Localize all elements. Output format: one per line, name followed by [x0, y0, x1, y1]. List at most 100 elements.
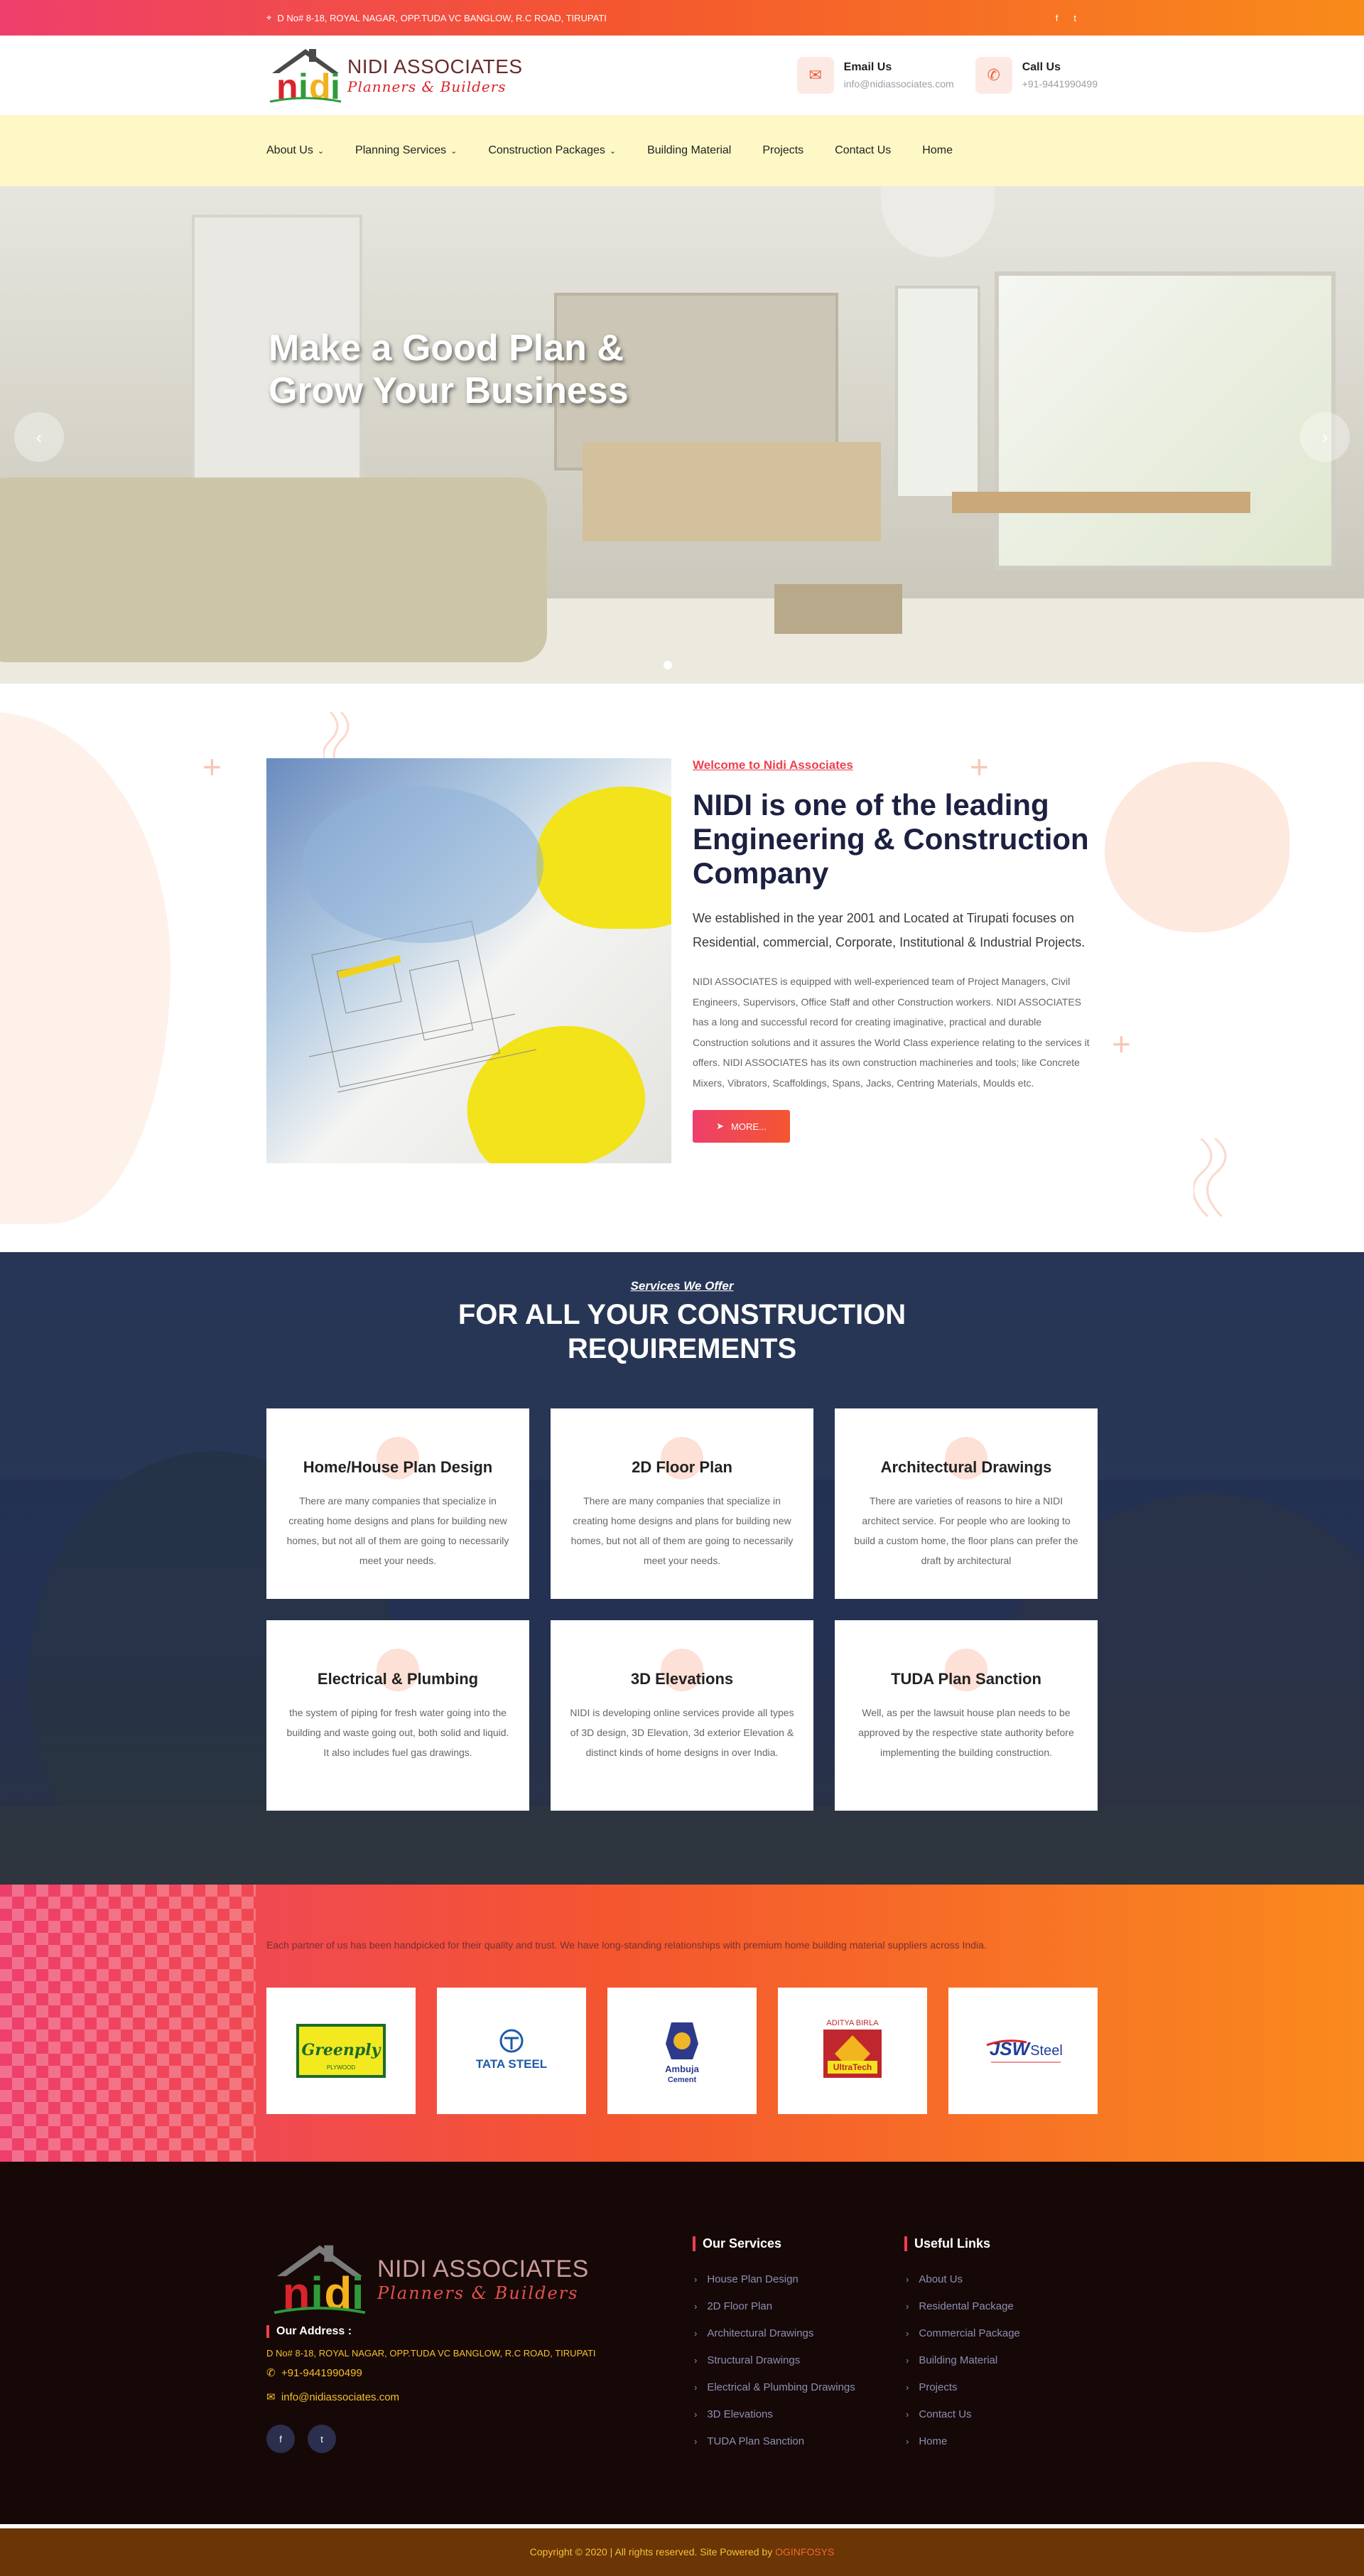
footer-services-column: Our Services › House Plan Design › 2D Floo…	[693, 2236, 855, 2454]
greenply-logo-sub: PLYWOOD	[327, 2064, 356, 2071]
nav-item-projects[interactable]: Projects	[762, 144, 803, 157]
services-section: Services We Offer FOR ALL YOUR CONSTRUCT…	[0, 1252, 1364, 1885]
hero-image-counter	[583, 442, 881, 541]
nav-item-building-material[interactable]: Building Material	[647, 144, 731, 157]
footer-service-link[interactable]: › 2D Floor Plan	[693, 2292, 855, 2319]
chevron-right-icon: ›	[906, 2300, 909, 2312]
slider-dot[interactable]	[664, 661, 672, 669]
chevron-right-icon: ›	[694, 2435, 698, 2447]
main-nav: About Us ⌄ Planning Services ⌄ Constructio…	[0, 115, 1364, 186]
nav-item-contact-us[interactable]: Contact Us	[835, 144, 891, 157]
services-subtitle: Services We Offer	[630, 1279, 734, 1293]
email-value[interactable]: info@nidiassociates.com	[844, 78, 954, 90]
partner-logo-ambuja[interactable]: Ambuja Cement	[607, 1988, 757, 2114]
call-contact[interactable]: ✆ Call Us +91-9441990499	[975, 57, 1098, 94]
footer-email[interactable]: ✉ info@nidiassociates.com	[266, 2391, 399, 2403]
service-card[interactable]: Architectural Drawings There are varietie…	[835, 1408, 1098, 1599]
nav-item-about-us[interactable]: About Us ⌄	[266, 144, 324, 157]
footer-link-label: Residental Package	[919, 2300, 1014, 2312]
site-logo[interactable]: n i d i NIDI ASSOCIATES Planners & Build…	[266, 45, 523, 106]
more-button[interactable]: ➤ MORE...	[693, 1110, 790, 1143]
greenply-logo-name: Greenply	[302, 2041, 382, 2059]
nav-item-construction-packages[interactable]: Construction Packages ⌄	[488, 144, 616, 157]
twitter-icon[interactable]: t	[308, 2425, 336, 2453]
footer-useful-link[interactable]: › Projects	[904, 2373, 1020, 2400]
facebook-icon[interactable]: f	[1056, 13, 1059, 23]
nav-item-planning-services[interactable]: Planning Services ⌄	[355, 144, 457, 157]
envelope-icon: ✉	[266, 2391, 276, 2403]
topbar-address-text: D No# 8-18, ROYAL NAGAR, OPP.TUDA VC BAN…	[277, 12, 607, 23]
service-card[interactable]: Home/House Plan Design There are many com…	[266, 1408, 529, 1599]
nav-label: Planning Services	[355, 144, 447, 156]
footer-useful-link[interactable]: › About Us	[904, 2265, 1020, 2292]
footer-service-link[interactable]: › Structural Drawings	[693, 2346, 855, 2373]
header-contacts: ✉ Email Us info@nidiassociates.com ✆ Cal…	[796, 57, 1098, 94]
service-card[interactable]: 2D Floor Plan There are many companies th…	[551, 1408, 813, 1599]
chevron-down-icon: ⌄	[450, 147, 458, 156]
footer-services-heading: Our Services	[693, 2236, 855, 2251]
slider-next-arrow-icon[interactable]: ›	[1300, 412, 1350, 462]
partner-logo-ultratech[interactable]: ADITYA BIRLA UltraTech	[778, 1988, 927, 2114]
chevron-right-icon: ›	[694, 2327, 698, 2339]
footer-link-label: Contact Us	[919, 2408, 972, 2420]
hero-slider: Make a Good Plan & Grow Your Business ‹ …	[0, 186, 1364, 684]
services-title-line2: REQUIREMENTS	[567, 1333, 797, 1364]
footer-logo[interactable]: n i d i NIDI ASSOCIATES Planners & Build…	[266, 2240, 589, 2318]
footer-address: D No# 8-18, ROYAL NAGAR, OPP.TUDA VC BAN…	[266, 2348, 596, 2359]
footer-useful-link[interactable]: › Home	[904, 2427, 1020, 2454]
service-card-title: Electrical & Plumbing	[317, 1670, 479, 1688]
footer-service-link[interactable]: › 3D Elevations	[693, 2400, 855, 2427]
footer-link-label: Electrical & Plumbing Drawings	[707, 2381, 855, 2393]
about-image	[266, 758, 671, 1163]
copyright-bar: Copyright © 2020 | All rights reserved. …	[0, 2528, 1364, 2576]
service-card[interactable]: Electrical & Plumbing the system of pipin…	[266, 1620, 529, 1811]
service-card[interactable]: 3D Elevations NIDI is developing online s…	[551, 1620, 813, 1811]
greenply-logo: Greenply PLYWOOD	[296, 2024, 386, 2078]
ultratech-logo-name: ADITYA BIRLA	[826, 2019, 879, 2027]
footer-useful-link[interactable]: › Residental Package	[904, 2292, 1020, 2319]
chevron-right-icon: ›	[694, 2354, 698, 2366]
chevron-down-icon: ⌄	[317, 147, 325, 156]
footer-useful-link[interactable]: › Contact Us	[904, 2400, 1020, 2427]
chevron-right-icon: ›	[694, 2408, 698, 2420]
nav-item-home[interactable]: Home	[922, 144, 953, 157]
footer-logo-tagline: Planners & Builders	[377, 2283, 579, 2303]
facebook-icon[interactable]: f	[266, 2425, 295, 2453]
footer-useful-link[interactable]: › Commercial Package	[904, 2319, 1020, 2346]
service-card[interactable]: TUDA Plan Sanction Well, as per the lawsu…	[835, 1620, 1098, 1811]
footer-link-label: About Us	[919, 2273, 963, 2285]
decorative-blob	[0, 712, 170, 1224]
email-label: Email Us	[843, 61, 892, 73]
call-value[interactable]: +91-9441990499	[1022, 78, 1098, 90]
services-title: FOR ALL YOUR CONSTRUCTION REQUIREMENTS	[0, 1298, 1364, 1366]
slider-prev-arrow-icon[interactable]: ‹	[14, 412, 64, 462]
ambuja-logo: Ambuja Cement	[665, 2022, 700, 2084]
logo-title: NIDI ASSOCIATES	[347, 55, 523, 77]
footer-link-label: House Plan Design	[707, 2273, 799, 2285]
welcome-link[interactable]: Welcome to Nidi Associates	[693, 758, 1098, 772]
more-button-label: MORE...	[731, 1121, 767, 1132]
footer-service-link[interactable]: › Architectural Drawings	[693, 2319, 855, 2346]
partner-logo-greenply[interactable]: Greenply PLYWOOD	[266, 1988, 416, 2114]
footer-service-link[interactable]: › Electrical & Plumbing Drawings	[693, 2373, 855, 2400]
twitter-icon[interactable]: t	[1073, 13, 1076, 23]
call-label: Call Us	[1022, 61, 1061, 73]
footer-service-link[interactable]: › TUDA Plan Sanction	[693, 2427, 855, 2454]
footer-link-label: Building Material	[919, 2354, 998, 2366]
partner-logo-tata-steel[interactable]: TATA STEEL	[437, 1988, 586, 2114]
service-cards: Home/House Plan Design There are many com…	[266, 1408, 1098, 1811]
footer-link-label: TUDA Plan Sanction	[707, 2435, 805, 2447]
chevron-right-icon: ›	[906, 2381, 909, 2393]
powered-by-link[interactable]: OGINFOSYS	[775, 2546, 834, 2558]
paper-plane-icon: ➤	[716, 1121, 725, 1131]
nav-label: About Us	[266, 144, 313, 156]
footer-link-label: Commercial Package	[919, 2327, 1020, 2339]
footer-useful-link[interactable]: › Building Material	[904, 2346, 1020, 2373]
partner-logo-jsw-steel[interactable]: JSW Steel	[948, 1988, 1098, 2114]
partners-pattern	[0, 1885, 256, 2162]
email-contact[interactable]: ✉ Email Us info@nidiassociates.com	[796, 57, 954, 94]
footer-service-link[interactable]: › House Plan Design	[693, 2265, 855, 2292]
nav-label: Construction Packages	[488, 144, 605, 156]
footer-link-label: 2D Floor Plan	[707, 2300, 773, 2312]
footer-phone[interactable]: ✆ +91-9441990499	[266, 2366, 362, 2379]
